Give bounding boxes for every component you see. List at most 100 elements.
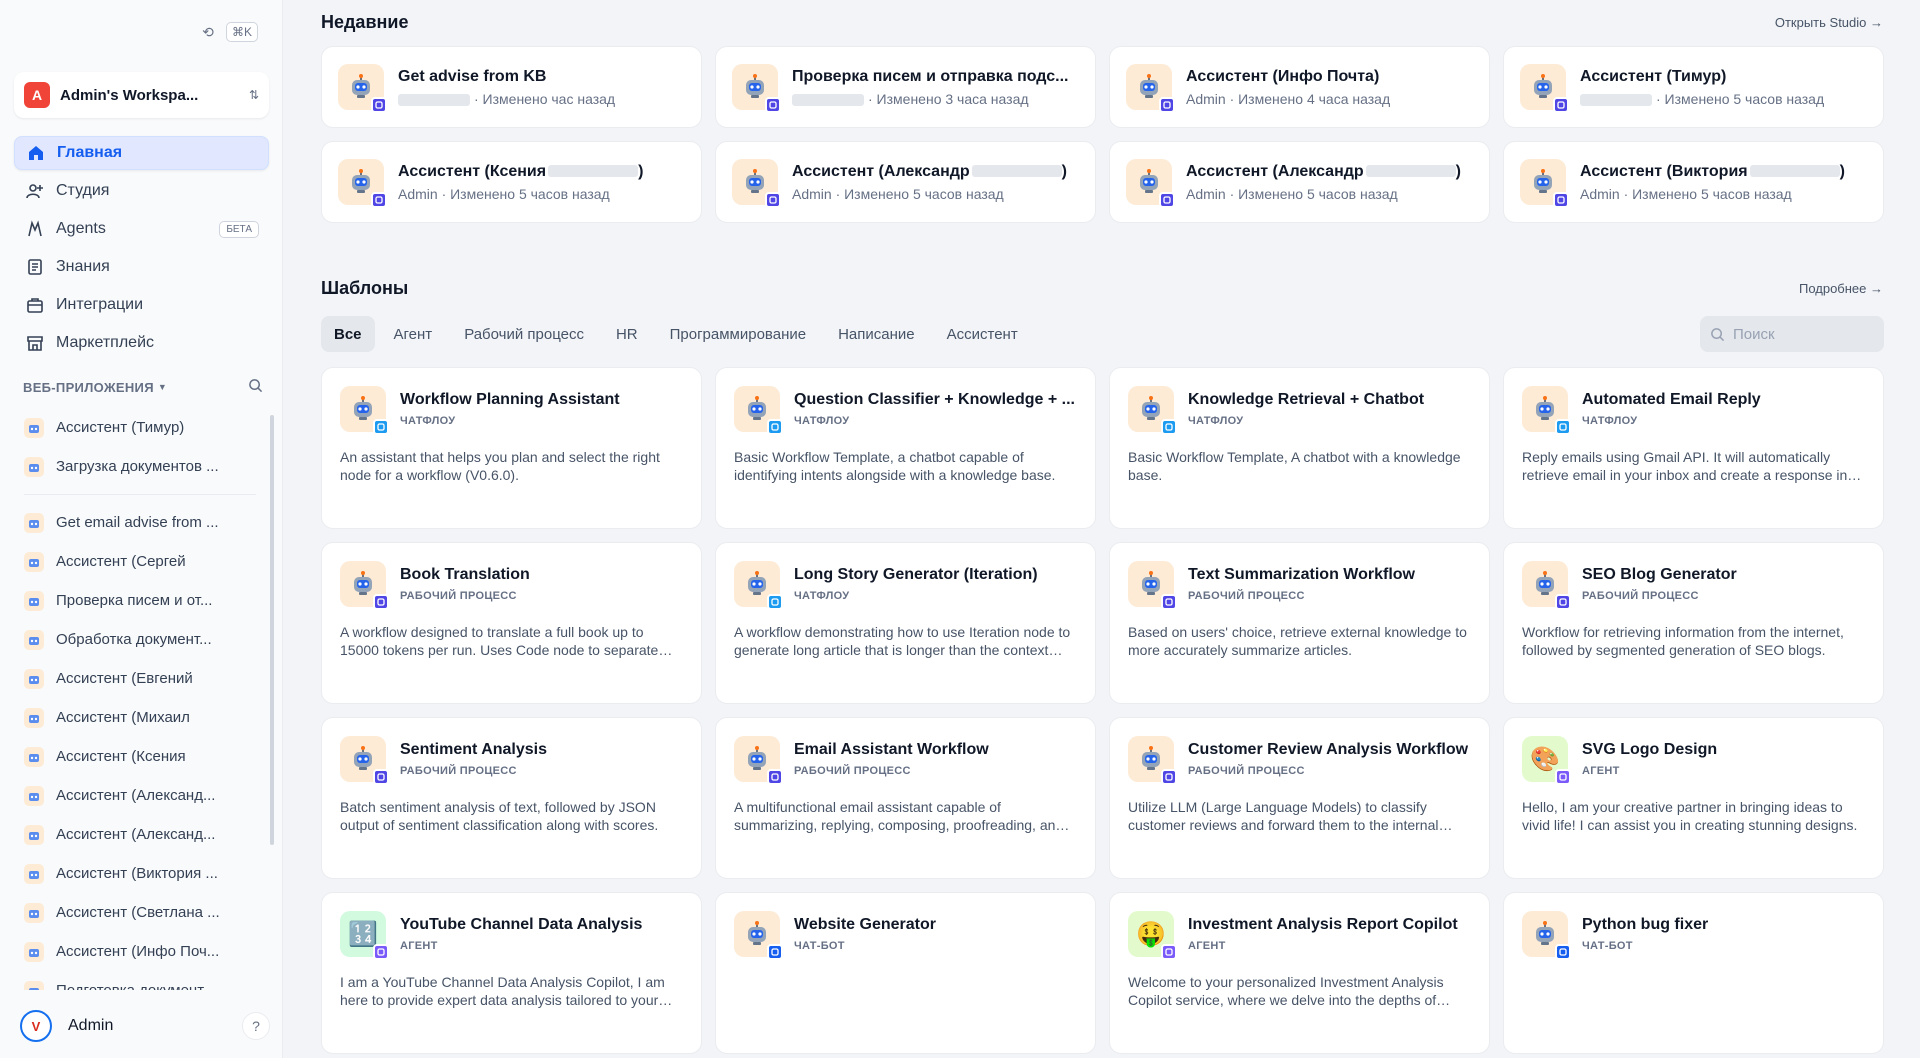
tab-6[interactable]: Ассистент: [934, 316, 1031, 352]
recent-title: Недавние: [321, 12, 409, 32]
template-card-heading: Question Classifier + Knowledge + ... ЧАТ…: [794, 391, 1075, 427]
template-card[interactable]: Workflow Planning Assistant ЧАТФЛОУ An ass…: [321, 367, 702, 529]
open-studio-link[interactable]: Открыть Studio →: [1775, 15, 1883, 30]
template-card[interactable]: Website Generator ЧАТ-БОТ: [715, 892, 1096, 1054]
template-card-header: Book Translation РАБОЧИЙ ПРОЦЕСС: [340, 561, 683, 610]
users-plus-icon: [24, 182, 46, 200]
template-card[interactable]: Text Summarization Workflow РАБОЧИЙ ПРОЦЕ…: [1109, 542, 1490, 704]
list-item[interactable]: Ассистент (Михаил: [14, 698, 266, 737]
tab-3[interactable]: HR: [603, 316, 651, 352]
template-card[interactable]: Long Story Generator (Iteration) ЧАТФЛОУ A…: [715, 542, 1096, 704]
template-card[interactable]: Email Assistant Workflow РАБОЧИЙ ПРОЦЕСС A…: [715, 717, 1096, 879]
recent-app-card[interactable]: Ассистент (Инфо Почта) Admin · Изменено 4…: [1109, 46, 1490, 128]
list-item[interactable]: Ассистент (Евгений: [14, 659, 266, 698]
template-card[interactable]: Customer Review Analysis Workflow РАБОЧИЙ…: [1109, 717, 1490, 879]
web-apps-list[interactable]: Ассистент (Тимур) Загрузка документов ..…: [14, 408, 266, 990]
list-item[interactable]: Проверка писем и от...: [14, 581, 266, 620]
template-card-header: Knowledge Retrieval + Chatbot ЧАТФЛОУ: [1128, 386, 1471, 435]
list-item[interactable]: Get email advise from ...: [14, 503, 266, 542]
chevron-up-down-icon: ⇅: [248, 88, 259, 102]
sidebar-scrollbar[interactable]: [270, 415, 274, 845]
avatar: V: [20, 1010, 52, 1042]
app-label: Ассистент (Евгений: [56, 670, 193, 687]
list-item[interactable]: Обработка документ...: [14, 620, 266, 659]
template-card-heading: Knowledge Retrieval + Chatbot ЧАТФЛОУ: [1188, 391, 1424, 427]
book-icon: [24, 258, 46, 276]
template-card-heading: Book Translation РАБОЧИЙ ПРОЦЕСС: [400, 566, 530, 602]
template-title: Email Assistant Workflow: [794, 741, 989, 758]
template-title: Knowledge Retrieval + Chatbot: [1188, 391, 1425, 408]
nav-item-knowledge[interactable]: Знания: [14, 250, 269, 284]
help-button[interactable]: ?: [242, 1012, 270, 1040]
template-card[interactable]: SEO Blog Generator РАБОЧИЙ ПРОЦЕСС Workflo…: [1503, 542, 1884, 704]
wf-type-icon: [1159, 97, 1175, 113]
bot-type-icon: [1555, 944, 1571, 960]
template-card-heading: Automated Email Reply ЧАТФЛОУ: [1582, 391, 1761, 427]
template-card[interactable]: 🔢 YouTube Channel Data Analysis АГЕНТ I am …: [321, 892, 702, 1054]
template-card[interactable]: Book Translation РАБОЧИЙ ПРОЦЕСС A workflo…: [321, 542, 702, 704]
template-card-header: Customer Review Analysis Workflow РАБОЧИЙ…: [1128, 736, 1471, 785]
search-icon: [1711, 327, 1725, 341]
recent-app-card[interactable]: Ассистент (Тимур) · Изменено 5 часов наза…: [1503, 46, 1884, 128]
divider: [24, 494, 256, 495]
recent-app-card[interactable]: Проверка писем и отправка подс... · Измен…: [715, 46, 1096, 128]
list-item[interactable]: Ассистент (Александ...: [14, 776, 266, 815]
template-card[interactable]: 🎨 SVG Logo Design АГЕНТ Hello, I am your cr…: [1503, 717, 1884, 879]
template-card[interactable]: Automated Email Reply ЧАТФЛОУ Reply emails…: [1503, 367, 1884, 529]
search-input[interactable]: [1733, 325, 1873, 343]
list-item[interactable]: Загрузка документов ...: [14, 447, 266, 486]
app-label: Ассистент (Ксения: [56, 748, 186, 765]
command-shortcut[interactable]: ⌘K: [225, 22, 258, 42]
user-menu[interactable]: V Admin ?: [20, 1010, 270, 1042]
recent-app-card[interactable]: Ассистент (Ксения) Admin · Изменено 5 час…: [321, 141, 702, 223]
web-apps-header[interactable]: ВЕБ-ПРИЛОЖЕНИЯ ▼: [23, 378, 263, 396]
refresh-icon[interactable]: ⟲: [198, 22, 218, 42]
redacted-text: [971, 165, 1062, 178]
template-card-heading: Long Story Generator (Iteration) ЧАТФЛОУ: [794, 566, 1038, 602]
list-item[interactable]: Ассистент (Виктория ...: [14, 854, 266, 893]
list-item[interactable]: Ассистент (Тимур): [14, 408, 266, 447]
template-card[interactable]: Knowledge Retrieval + Chatbot ЧАТФЛОУ Basi…: [1109, 367, 1490, 529]
list-item[interactable]: Ассистент (Александ...: [14, 815, 266, 854]
template-description: Hello, I am your creative partner in bri…: [1522, 799, 1858, 833]
redacted-text: [1365, 165, 1456, 178]
app-label: Get email advise from ...: [56, 514, 219, 531]
nav-label: Интеграции: [56, 296, 144, 313]
recent-app-card[interactable]: Ассистент (Александр) Admin · Изменено 5 …: [715, 141, 1096, 223]
template-card[interactable]: 🤑 Investment Analysis Report Copilot АГЕНТ…: [1109, 892, 1490, 1054]
nav-item-agents[interactable]: Agents БЕТА: [14, 212, 269, 246]
app-label: Ассистент (Инфо Поч...: [56, 943, 220, 960]
tab-1[interactable]: Агент: [381, 316, 446, 352]
list-item[interactable]: Ассистент (Светлана ...: [14, 893, 266, 932]
nav-item-marketplace[interactable]: Маркетплейс: [14, 326, 269, 360]
recent-app-card[interactable]: Ассистент (Александр) Admin · Изменено 5 …: [1109, 141, 1490, 223]
recent-card-text: Ассистент (Виктория) Admin · Изменено 5 ч…: [1580, 163, 1845, 202]
nav-item-integrations[interactable]: Интеграции: [14, 288, 269, 322]
tab-0[interactable]: Все: [321, 316, 375, 352]
list-item[interactable]: Ассистент (Инфо Поч...: [14, 932, 266, 971]
template-card[interactable]: Sentiment Analysis РАБОЧИЙ ПРОЦЕСС Batch s…: [321, 717, 702, 879]
template-type: РАБОЧИЙ ПРОЦЕСС: [400, 765, 517, 777]
search-icon[interactable]: [248, 378, 263, 396]
list-item[interactable]: Ассистент (Ксения: [14, 737, 266, 776]
recent-app-meta-text: Admin · Изменено 5 часов назад: [398, 185, 610, 202]
template-card[interactable]: Python bug fixer ЧАТ-БОТ: [1503, 892, 1884, 1054]
more-link[interactable]: Подробнее →: [1799, 281, 1883, 296]
template-search[interactable]: [1700, 316, 1884, 352]
tab-5[interactable]: Написание: [825, 316, 928, 352]
chat-type-icon: [767, 594, 783, 610]
tab-4[interactable]: Программирование: [657, 316, 819, 352]
template-type: АГЕНТ: [1188, 940, 1226, 952]
template-title: Text Summarization Workflow: [1188, 566, 1415, 583]
workspace-switcher[interactable]: A Admin's Workspa... ⇅: [14, 72, 269, 118]
recent-app-card[interactable]: Get advise from KB · Изменено час назад: [321, 46, 702, 128]
template-card[interactable]: Question Classifier + Knowledge + ... ЧАТ…: [715, 367, 1096, 529]
nav-item-home[interactable]: Главная: [14, 136, 269, 170]
list-item[interactable]: Ассистент (Сергей: [14, 542, 266, 581]
nav-item-studio[interactable]: Студия: [14, 174, 269, 208]
template-card-heading: Email Assistant Workflow РАБОЧИЙ ПРОЦЕСС: [794, 741, 989, 777]
list-item[interactable]: Подготовка документ...: [14, 971, 266, 990]
chat-type-icon: [373, 419, 389, 435]
recent-app-card[interactable]: Ассистент (Виктория) Admin · Изменено 5 ч…: [1503, 141, 1884, 223]
tab-2[interactable]: Рабочий процесс: [451, 316, 597, 352]
